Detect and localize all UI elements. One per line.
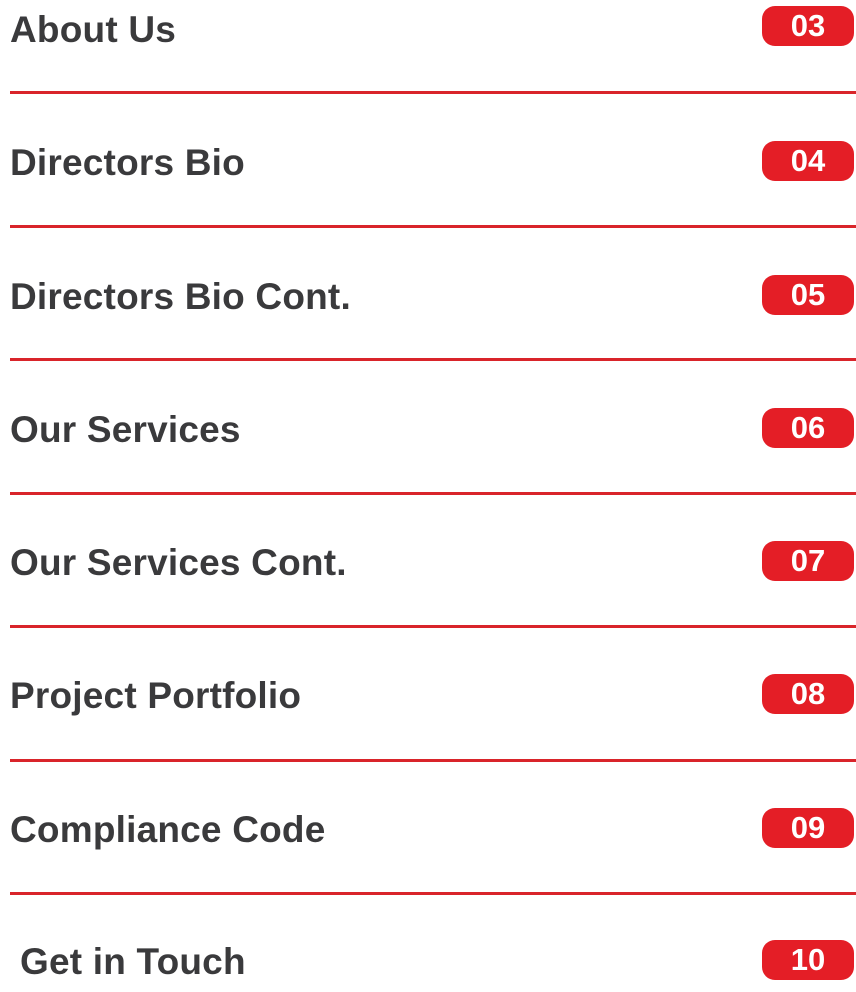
toc-page-badge[interactable]: 08 <box>762 674 854 714</box>
toc-item-about-us[interactable]: About Us 03 <box>0 0 856 60</box>
table-of-contents: About Us 03 Directors Bio 04 Directors B… <box>0 0 856 982</box>
toc-item-our-services-cont[interactable]: Our Services Cont. 07 <box>0 533 856 593</box>
toc-divider <box>10 91 856 94</box>
toc-item-get-in-touch[interactable]: Get in Touch 10 <box>0 932 856 992</box>
toc-divider <box>10 358 856 361</box>
toc-item-title[interactable]: Project Portfolio <box>10 674 301 718</box>
toc-item-directors-bio-cont[interactable]: Directors Bio Cont. 05 <box>0 267 856 327</box>
toc-divider <box>10 892 856 895</box>
toc-divider <box>10 625 856 628</box>
toc-item-our-services[interactable]: Our Services 06 <box>0 400 856 460</box>
toc-item-title[interactable]: Get in Touch <box>20 940 246 984</box>
toc-divider <box>10 759 856 762</box>
toc-divider <box>10 225 856 228</box>
toc-item-project-portfolio[interactable]: Project Portfolio 08 <box>0 666 856 726</box>
toc-item-title[interactable]: Our Services <box>10 408 241 452</box>
toc-item-title[interactable]: Our Services Cont. <box>10 541 347 585</box>
toc-page-badge[interactable]: 06 <box>762 408 854 448</box>
toc-item-compliance-code[interactable]: Compliance Code 09 <box>0 800 856 860</box>
toc-page-badge[interactable]: 09 <box>762 808 854 848</box>
toc-item-title[interactable]: Directors Bio <box>10 141 245 185</box>
toc-item-title[interactable]: About Us <box>10 8 176 52</box>
toc-page-badge[interactable]: 03 <box>762 6 854 46</box>
toc-item-directors-bio[interactable]: Directors Bio 04 <box>0 133 856 193</box>
toc-page-badge[interactable]: 07 <box>762 541 854 581</box>
toc-item-title[interactable]: Compliance Code <box>10 808 326 852</box>
toc-page-badge[interactable]: 10 <box>762 940 854 980</box>
toc-page-badge[interactable]: 04 <box>762 141 854 181</box>
toc-page-badge[interactable]: 05 <box>762 275 854 315</box>
toc-divider <box>10 492 856 495</box>
toc-item-title[interactable]: Directors Bio Cont. <box>10 275 351 319</box>
